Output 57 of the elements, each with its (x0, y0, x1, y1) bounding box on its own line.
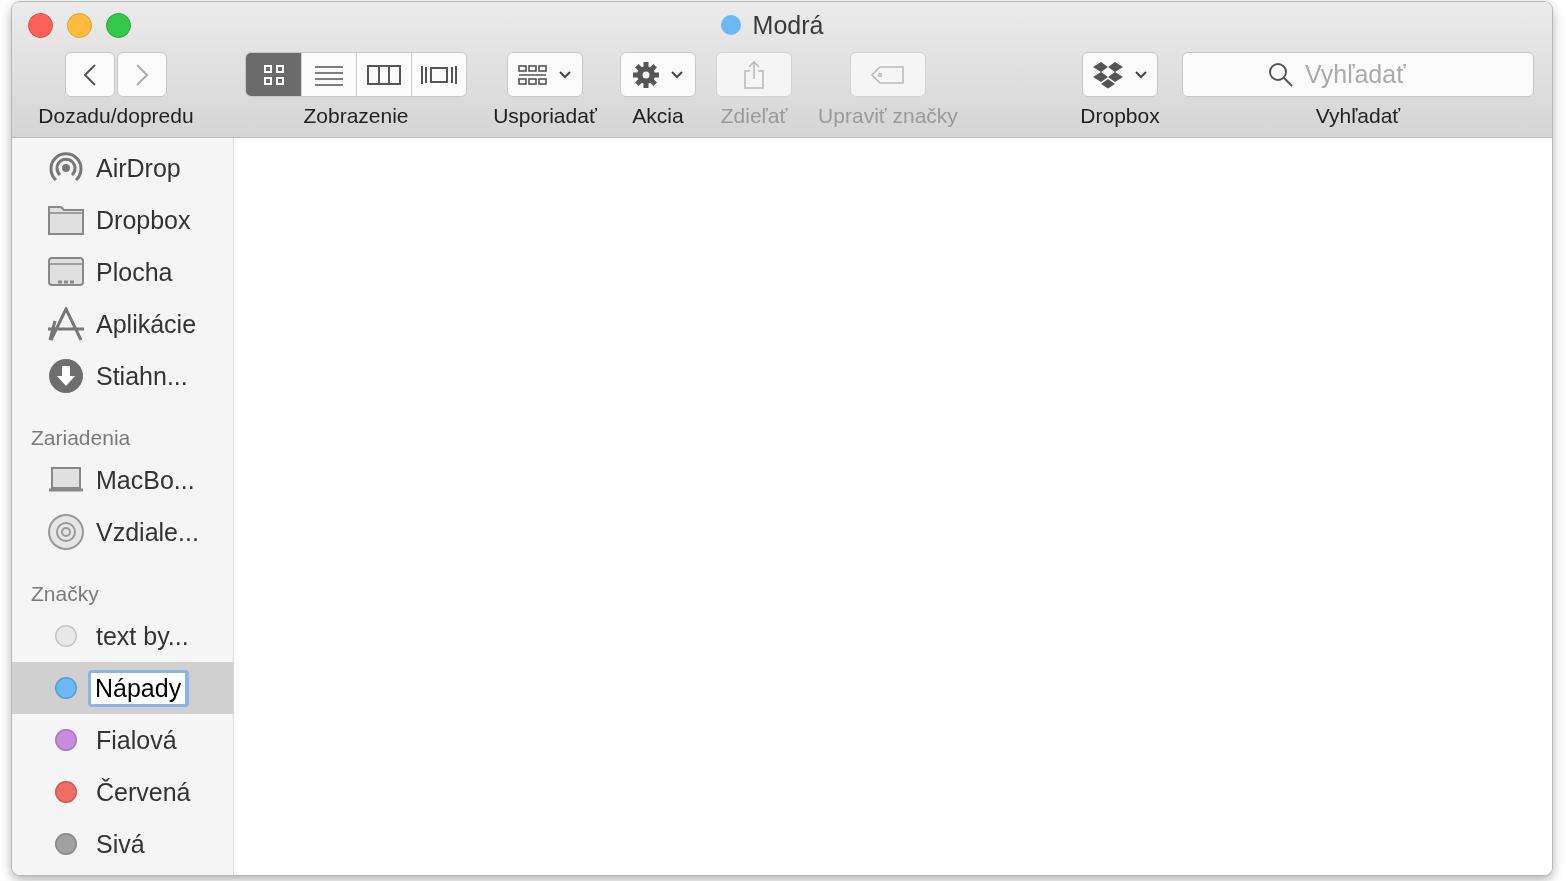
sidebar-item[interactable]: Aplikácie (12, 298, 233, 350)
sidebar-item[interactable]: Plocha (12, 246, 233, 298)
sidebar-item[interactable]: Vzdiale... (12, 506, 233, 558)
caret-icon (1134, 69, 1148, 80)
search-field[interactable]: Vyhľadať (1182, 52, 1534, 97)
view-mode-button[interactable] (356, 53, 411, 96)
list-icon (314, 63, 344, 86)
dropbox-icon (1092, 60, 1124, 89)
caret-icon (670, 69, 684, 80)
gear-icon (632, 60, 660, 89)
toolbar-label: Upraviť značky (818, 103, 958, 129)
view-mode-button[interactable] (246, 53, 301, 96)
download-icon (48, 358, 84, 394)
sidebar-item[interactable]: AirDrop (12, 142, 233, 194)
columns-icon (367, 63, 401, 86)
view-mode-selector[interactable] (245, 52, 467, 97)
close-button[interactable] (28, 13, 53, 38)
folder-icon (48, 205, 84, 235)
toolbar-label: Usporiadať (493, 103, 597, 129)
sidebar-item[interactable]: Sivá (12, 818, 233, 870)
toolbar-label: Zobrazenie (303, 103, 409, 129)
disc-icon (48, 514, 84, 550)
caret-icon (558, 69, 572, 80)
chevron-left-icon (83, 62, 97, 87)
sidebar-item[interactable]: Stiahn... (12, 350, 233, 402)
zoom-button[interactable] (106, 13, 131, 38)
cover-flow-icon (420, 63, 458, 86)
toolbar-label: Vyhľadať (1315, 103, 1401, 129)
apps-icon (47, 307, 85, 341)
tag-icon (870, 64, 906, 85)
sidebar-item[interactable]: MacBo... (12, 454, 233, 506)
back-button[interactable] (65, 52, 115, 97)
share-icon (742, 59, 766, 90)
sidebar-heading: Zariadenia (30, 425, 132, 451)
window-title: Modrá (752, 10, 824, 40)
rename-field[interactable]: Nápady (88, 669, 190, 707)
sidebar-item[interactable]: Dropbox (12, 194, 233, 246)
arrange-button[interactable] (507, 52, 583, 97)
view-mode-button[interactable] (301, 53, 356, 96)
search-icon (1268, 62, 1294, 88)
sidebar-item[interactable]: Červená (12, 766, 233, 818)
sidebar-item[interactable]: Nápady (12, 662, 233, 714)
grid-icon (262, 63, 285, 86)
dropbox-button[interactable] (1082, 52, 1158, 97)
sidebar-heading: Značky (30, 581, 100, 607)
sidebar-item[interactable]: text by... (12, 610, 233, 662)
action-button[interactable] (620, 52, 696, 97)
sidebar-item[interactable]: Fialová (12, 714, 233, 766)
view-mode-button[interactable] (411, 53, 466, 96)
chevron-right-icon (135, 62, 149, 87)
toolbar-label: Dozadu/dopredu (38, 103, 194, 129)
grid-icon (518, 62, 548, 87)
toolbar-label: Zdieľať (720, 103, 788, 129)
desktop-icon (48, 257, 84, 287)
laptop-icon (48, 467, 84, 493)
toolbar-label: Dropbox (1080, 103, 1160, 129)
toolbar-label: Akcia (632, 103, 684, 129)
